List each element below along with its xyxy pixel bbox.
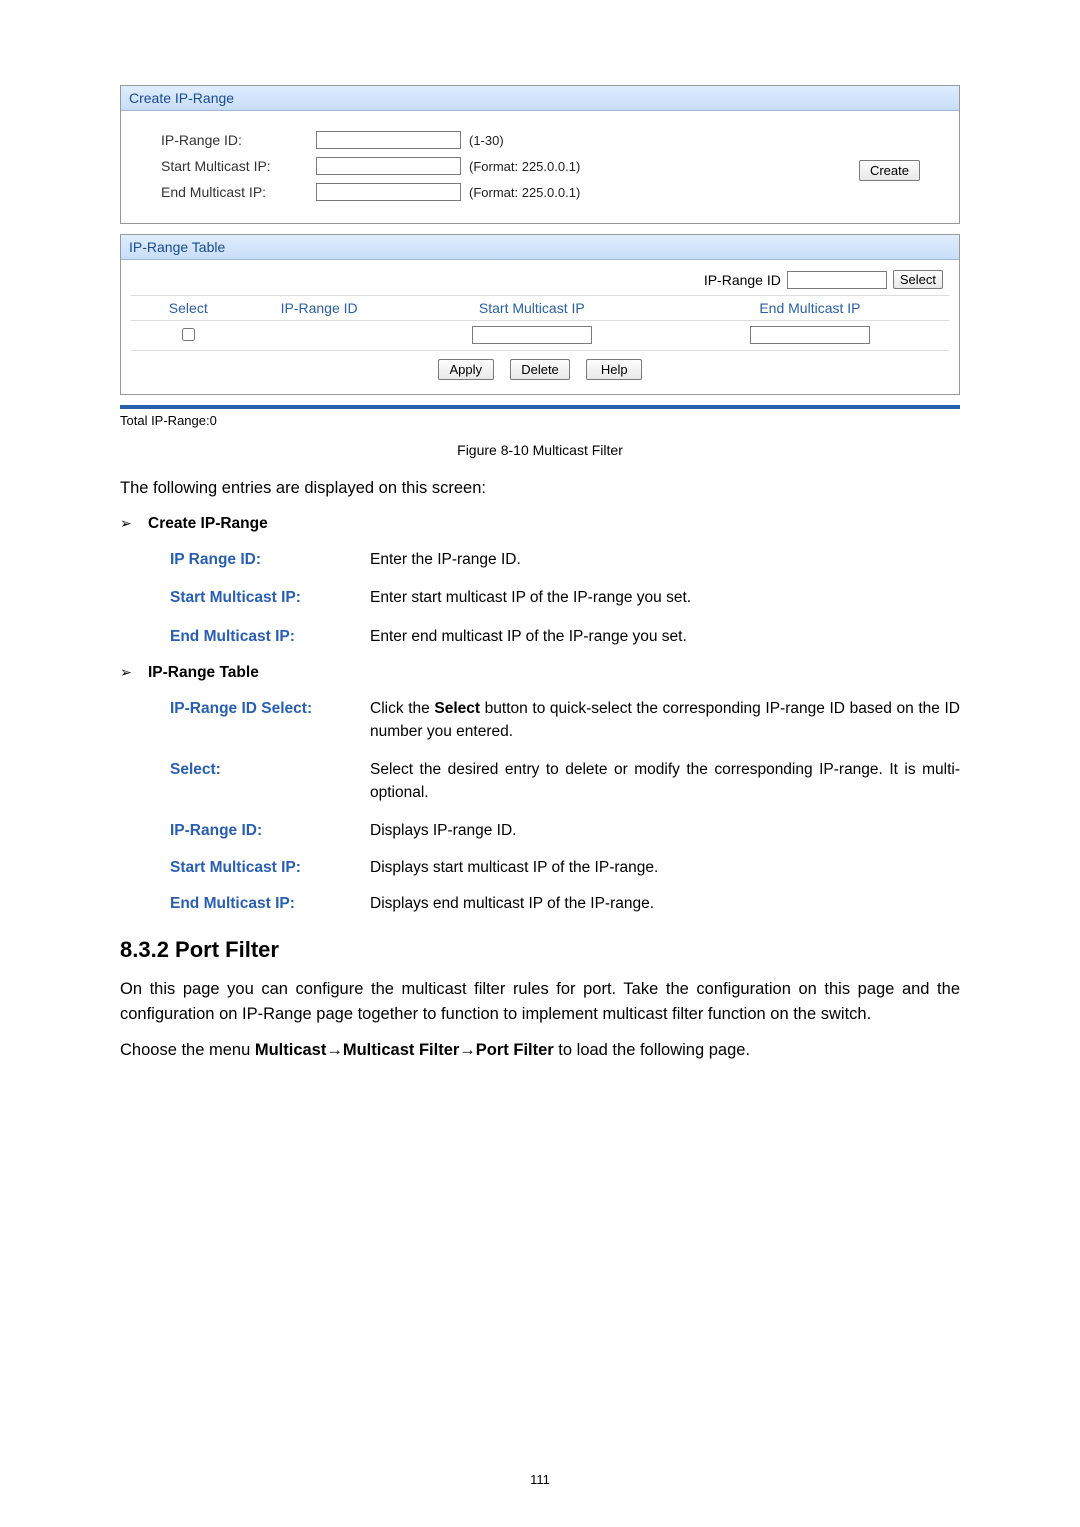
def-start-multicast-ip: Start Multicast IP: Enter start multicas… [170, 587, 960, 609]
def-desc: Select the desired entry to delete or mo… [370, 759, 960, 804]
row-select-checkbox[interactable] [182, 328, 195, 341]
form-row-start-ip: Start Multicast IP: (Format: 225.0.0.1) [161, 157, 939, 175]
def-desc: Enter end multicast IP of the IP-range y… [370, 626, 960, 648]
def-desc: Displays start multicast IP of the IP-ra… [370, 857, 960, 879]
def-desc: Enter start multicast IP of the IP-range… [370, 587, 960, 609]
hint-iprange-id: (1-30) [469, 133, 504, 148]
def-term: End Multicast IP: [170, 626, 370, 648]
col-end-ip: End Multicast IP [671, 296, 949, 321]
def-term: Start Multicast IP: [170, 857, 370, 879]
label-iprange-id: IP-Range ID: [161, 132, 316, 148]
form-row-iprange-id: IP-Range ID: (1-30) [161, 131, 939, 149]
col-iprange-id: IP-Range ID [246, 296, 393, 321]
hint-start-ip: (Format: 225.0.0.1) [469, 159, 580, 174]
def-end-multicast-ip-table: End Multicast IP: Displays end multicast… [170, 893, 960, 915]
input-start-ip[interactable] [316, 157, 461, 175]
delete-button[interactable]: Delete [510, 359, 570, 380]
create-ip-range-panel: Create IP-Range IP-Range ID: (1-30) Star… [120, 85, 960, 224]
label-end-ip: End Multicast IP: [161, 184, 316, 200]
def-iprange-id: IP-Range ID: Displays IP-range ID. [170, 820, 960, 842]
def-term: IP Range ID: [170, 549, 370, 571]
label-start-ip: Start Multicast IP: [161, 158, 316, 174]
table-row [131, 321, 949, 351]
create-button[interactable]: Create [859, 160, 920, 181]
bullet-marker-icon: ➢ [120, 515, 148, 532]
def-ip-range-id: IP Range ID: Enter the IP-range ID. [170, 549, 960, 571]
col-select: Select [131, 296, 246, 321]
row-end-ip-input[interactable] [750, 326, 870, 344]
def-term: IP-Range ID Select: [170, 698, 370, 743]
help-button[interactable]: Help [586, 359, 642, 380]
col-start-ip: Start Multicast IP [393, 296, 671, 321]
filter-row: IP-Range ID Select [131, 266, 949, 293]
def-select: Select: Select the desired entry to dele… [170, 759, 960, 804]
figure-caption: Figure 8-10 Multicast Filter [120, 442, 960, 458]
iprange-table-panel: IP-Range Table IP-Range ID Select Select… [120, 234, 960, 395]
def-desc: Displays end multicast IP of the IP-rang… [370, 893, 960, 915]
def-term: Select: [170, 759, 370, 804]
def-end-multicast-ip: End Multicast IP: Enter end multicast IP… [170, 626, 960, 648]
def-term: End Multicast IP: [170, 893, 370, 915]
def-term: IP-Range ID: [170, 820, 370, 842]
bullet-label-create: Create IP-Range [148, 515, 268, 533]
form-row-end-ip: End Multicast IP: (Format: 225.0.0.1) [161, 183, 939, 201]
total-ip-range-text: Total IP-Range:0 [120, 405, 960, 428]
page-number: 111 [120, 1472, 960, 1487]
filter-select-button[interactable]: Select [893, 270, 943, 289]
table-actions: Apply Delete Help [131, 351, 949, 382]
port-filter-paragraph: On this page you can configure the multi… [120, 977, 960, 1027]
input-iprange-id[interactable] [316, 131, 461, 149]
def-desc: Click the Select button to quick-select … [370, 698, 960, 743]
iprange-table: Select IP-Range ID Start Multicast IP En… [131, 295, 949, 351]
def-term: Start Multicast IP: [170, 587, 370, 609]
bullet-marker-icon: ➢ [120, 664, 148, 681]
def-start-multicast-ip-table: Start Multicast IP: Displays start multi… [170, 857, 960, 879]
create-panel-header: Create IP-Range [121, 86, 959, 111]
table-panel-header: IP-Range Table [121, 235, 959, 260]
menu-path-text: Choose the menu Multicast→Multicast Filt… [120, 1041, 960, 1060]
def-desc: Displays IP-range ID. [370, 820, 960, 842]
bullet-label-table: IP-Range Table [148, 664, 259, 682]
def-desc: Enter the IP-range ID. [370, 549, 960, 571]
input-end-ip[interactable] [316, 183, 461, 201]
bullet-ip-range-table: ➢ IP-Range Table [120, 664, 960, 682]
filter-label: IP-Range ID [704, 272, 781, 288]
def-iprange-id-select: IP-Range ID Select: Click the Select but… [170, 698, 960, 743]
row-start-ip-input[interactable] [472, 326, 592, 344]
hint-end-ip: (Format: 225.0.0.1) [469, 185, 580, 200]
apply-button[interactable]: Apply [438, 359, 494, 380]
bullet-create-ip-range: ➢ Create IP-Range [120, 515, 960, 533]
filter-input-iprange-id[interactable] [787, 271, 887, 289]
intro-text: The following entries are displayed on t… [120, 476, 960, 501]
section-heading-port-filter: 8.3.2 Port Filter [120, 937, 960, 963]
